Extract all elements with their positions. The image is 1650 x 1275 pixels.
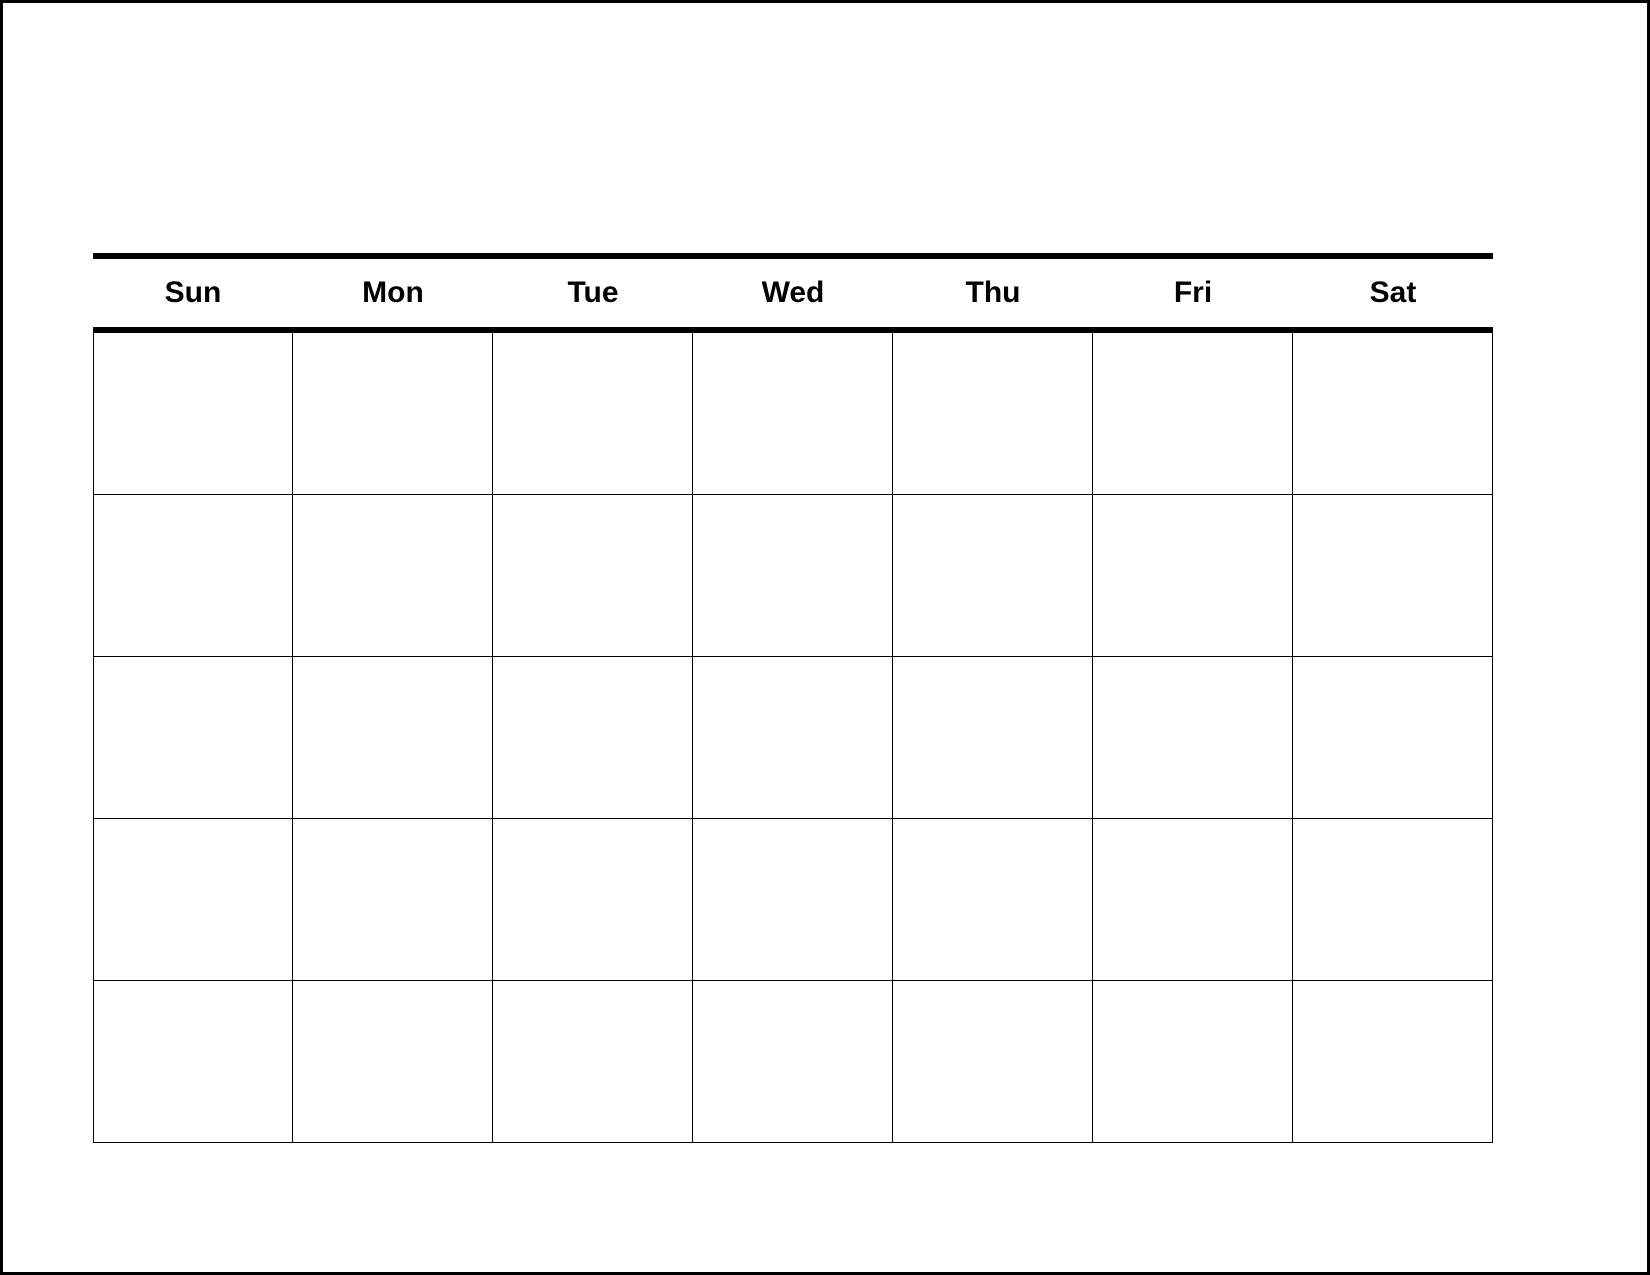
calendar-cell (1293, 495, 1493, 657)
calendar-cell (493, 333, 693, 495)
calendar-cell (693, 981, 893, 1143)
calendar-cell (293, 981, 493, 1143)
calendar-cell (1293, 819, 1493, 981)
calendar-header: Sun Mon Tue Wed Thu Fri Sat (93, 253, 1493, 333)
calendar-cell (893, 981, 1093, 1143)
calendar-cell (893, 819, 1093, 981)
day-header-mon: Mon (293, 276, 493, 310)
calendar-cell (493, 819, 693, 981)
calendar-cell (1093, 333, 1293, 495)
calendar-cell (693, 495, 893, 657)
calendar-cell (93, 657, 293, 819)
calendar-cell (1293, 657, 1493, 819)
calendar-cell (93, 981, 293, 1143)
day-header-sat: Sat (1293, 276, 1493, 310)
day-header-sun: Sun (93, 276, 293, 310)
calendar-cell (893, 495, 1093, 657)
calendar-cell (1093, 495, 1293, 657)
calendar-cell (93, 819, 293, 981)
calendar-cell (1093, 657, 1293, 819)
calendar-cell (493, 495, 693, 657)
calendar: Sun Mon Tue Wed Thu Fri Sat (93, 253, 1493, 1143)
day-header-tue: Tue (493, 276, 693, 310)
calendar-cell (693, 657, 893, 819)
page-frame: Sun Mon Tue Wed Thu Fri Sat (0, 0, 1650, 1275)
day-header-fri: Fri (1093, 276, 1293, 310)
calendar-cell (293, 819, 493, 981)
day-header-thu: Thu (893, 276, 1093, 310)
calendar-cell (93, 333, 293, 495)
calendar-cell (1293, 333, 1493, 495)
calendar-cell (893, 333, 1093, 495)
calendar-cell (493, 657, 693, 819)
calendar-cell (1093, 819, 1293, 981)
calendar-cell (93, 495, 293, 657)
calendar-cell (493, 981, 693, 1143)
calendar-cell (293, 495, 493, 657)
calendar-cell (293, 657, 493, 819)
calendar-cell (893, 657, 1093, 819)
calendar-cell (293, 333, 493, 495)
calendar-grid (93, 333, 1493, 1143)
calendar-cell (1093, 981, 1293, 1143)
calendar-cell (1293, 981, 1493, 1143)
day-header-wed: Wed (693, 276, 893, 310)
calendar-cell (693, 819, 893, 981)
calendar-cell (693, 333, 893, 495)
